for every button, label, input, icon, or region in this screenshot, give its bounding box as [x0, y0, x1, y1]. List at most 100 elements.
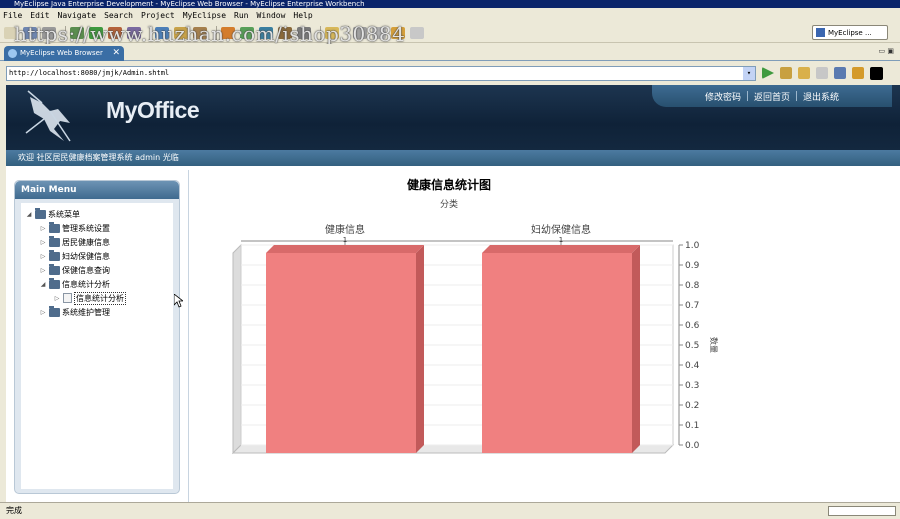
chart-title: 健康信息统计图	[407, 177, 491, 192]
collapsed-arrow-icon[interactable]: ▷	[39, 309, 47, 316]
y-tick-label: 0.3	[685, 381, 699, 391]
collapsed-arrow-icon[interactable]: ▷	[39, 253, 47, 260]
back-nav-icon[interactable]	[798, 67, 810, 79]
minimize-maximize-icons[interactable]: ▭ ▣	[879, 47, 894, 55]
stop-icon[interactable]	[834, 67, 846, 79]
welcome-text: 欢迎 社区居民健康档案管理系统 admin 光临	[18, 153, 179, 162]
bar	[266, 253, 416, 453]
folder-icon	[49, 249, 60, 261]
perspective-label: MyEclipse ...	[828, 28, 872, 37]
data-label: 1	[559, 236, 563, 244]
refresh-icon[interactable]	[240, 26, 254, 39]
deploy-icon[interactable]	[127, 26, 141, 39]
forward-nav-icon[interactable]	[816, 67, 828, 79]
url-input[interactable]: http://localhost:8080/jmjk/Admin.shtml ▾	[6, 65, 756, 81]
menu-help[interactable]: Help	[293, 11, 312, 20]
address-bar: http://localhost:8080/jmjk/Admin.shtml ▾	[0, 62, 900, 84]
collapsed-arrow-icon[interactable]: ▷	[39, 225, 47, 232]
tree-item-label: 信息统计分析	[62, 279, 110, 289]
tree-item-resident-health[interactable]: ▷ 居民健康信息	[39, 235, 110, 249]
wand-icon[interactable]	[278, 26, 292, 39]
bar-side	[632, 245, 640, 453]
build-icon[interactable]	[221, 26, 235, 39]
expanded-arrow-icon[interactable]: ◢	[39, 281, 47, 288]
y-tick-label: 0.0	[685, 441, 700, 451]
home-link[interactable]: 返回首页	[748, 90, 796, 103]
tree-item-system-settings[interactable]: ▷ 管理系统设置	[39, 221, 110, 235]
tree-item-statistics[interactable]: ◢ 信息统计分析	[39, 277, 110, 291]
tree-item-system-menu[interactable]: ◢ 系统菜单	[25, 207, 80, 221]
tree-item-health-query[interactable]: ▷ 保健信息查询	[39, 263, 110, 277]
folder-icon	[49, 305, 60, 317]
print-icon[interactable]	[42, 26, 56, 39]
folder-icon[interactable]	[325, 26, 339, 39]
edit-icon[interactable]	[353, 26, 367, 39]
go-icon[interactable]	[762, 67, 774, 79]
y-tick-label: 0.4	[685, 361, 700, 371]
y-tick-label: 1.0	[685, 241, 700, 251]
search-icon[interactable]	[174, 26, 188, 39]
x-axis-label: 分类	[440, 198, 458, 210]
tab-web-browser[interactable]: MyEclipse Web Browser ✕	[4, 46, 124, 61]
menu-project[interactable]: Project	[141, 11, 175, 20]
run-icon[interactable]	[89, 26, 103, 39]
tree-item-maternal-child[interactable]: ▷ 妇幼保健信息	[39, 249, 110, 263]
editor-tab-row: MyEclipse Web Browser ✕	[0, 44, 900, 61]
menu-search[interactable]: Search	[104, 11, 133, 20]
tree-item-label: 管理系统设置	[62, 223, 110, 233]
refresh-nav-icon[interactable]	[852, 67, 864, 79]
annotation-icon[interactable]	[372, 26, 386, 39]
package-icon[interactable]	[193, 26, 207, 39]
window-title: MyEclipse Java Enterprise Development - …	[14, 0, 365, 8]
collapsed-arrow-icon[interactable]: ▷	[39, 239, 47, 246]
y-tick-label: 0.2	[685, 401, 699, 411]
y-tick-label: 0.1	[685, 421, 699, 431]
back-icon[interactable]	[391, 26, 405, 39]
collapsed-arrow-icon[interactable]: ▷	[53, 295, 61, 302]
close-tab-icon[interactable]: ✕	[112, 46, 120, 61]
tree-item-label: 居民健康信息	[62, 237, 110, 247]
menu-run[interactable]: Run	[234, 11, 248, 20]
gear-icon[interactable]	[297, 26, 311, 39]
save-icon[interactable]	[23, 26, 37, 39]
new-icon[interactable]	[4, 26, 18, 39]
tree-item-label: 系统维护管理	[62, 307, 110, 317]
debug-run-icon[interactable]	[259, 26, 273, 39]
tab-label: MyEclipse Web Browser	[20, 49, 103, 57]
file-icon	[63, 293, 72, 303]
progress-box	[828, 506, 896, 516]
menu-edit[interactable]: Edit	[30, 11, 49, 20]
app-banner: MyOffice 修改密码 返回首页 退出系统	[6, 85, 900, 150]
chart-left-wall	[232, 243, 242, 455]
y-tick-label: 0.6	[685, 321, 700, 331]
menu-file[interactable]: File	[3, 11, 22, 20]
menu-navigate[interactable]: Navigate	[58, 11, 97, 20]
collapsed-arrow-icon[interactable]: ▷	[39, 267, 47, 274]
main-toolbar	[0, 23, 900, 43]
status-bar: 完成	[0, 502, 900, 519]
bar-top	[266, 245, 424, 253]
forward-icon[interactable]	[410, 26, 424, 39]
logout-link[interactable]: 退出系统	[797, 90, 845, 103]
tree-item-statistics-analysis[interactable]: ▷ 信息统计分析	[53, 291, 126, 305]
tree-item-maintenance[interactable]: ▷ 系统维护管理	[39, 305, 110, 319]
bar-top	[482, 245, 640, 253]
url-dropdown-icon[interactable]: ▾	[743, 66, 755, 80]
expanded-arrow-icon[interactable]: ◢	[25, 211, 33, 218]
menu-myeclipse[interactable]: MyEclipse	[183, 11, 226, 20]
folder-icon	[49, 235, 60, 247]
welcome-bar: 欢迎 社区居民健康档案管理系统 admin 光临	[6, 150, 900, 166]
black-square-icon[interactable]	[870, 66, 883, 80]
folder-icon	[49, 277, 60, 289]
perspective-switcher[interactable]: MyEclipse ...	[812, 25, 888, 40]
debug-icon[interactable]	[70, 26, 84, 39]
browser-viewport: MyOffice 修改密码 返回首页 退出系统 欢迎 社区居民健康档案管理系统 …	[6, 85, 900, 502]
toolbar-separator	[320, 25, 321, 40]
menu-window[interactable]: Window	[257, 11, 286, 20]
main-content: 健康信息统计图 分类 健康信息 1 妇幼保健信息 1 0.0 0.1 0.2 0.3 0.4 0.5 0…	[188, 170, 900, 502]
tools-icon[interactable]	[780, 67, 792, 79]
bar	[482, 253, 632, 453]
server-icon[interactable]	[108, 26, 122, 39]
change-password-link[interactable]: 修改密码	[699, 90, 747, 103]
browser-icon[interactable]	[155, 26, 169, 39]
